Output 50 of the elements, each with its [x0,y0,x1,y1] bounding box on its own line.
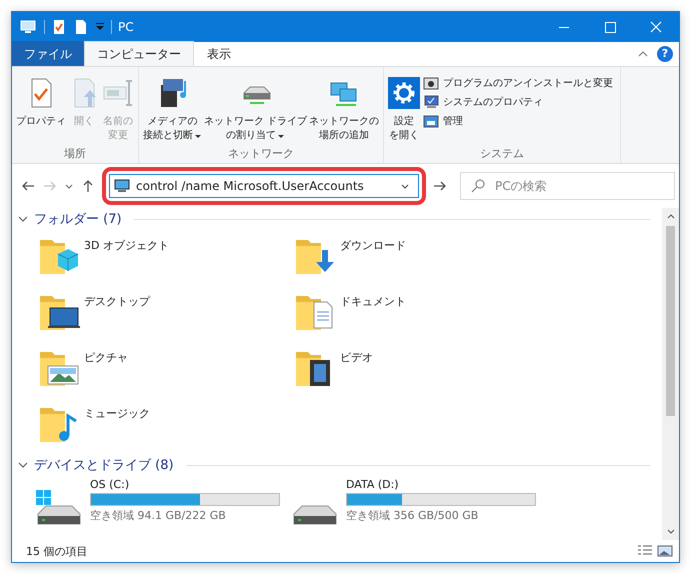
ribbon-button[interactable]: 設定 を開く [387,71,422,145]
ribbon-button[interactable]: プロパティ [15,71,67,145]
group-label: ネットワーク [227,146,296,162]
address-field[interactable]: control /name Microsoft.UserAccounts [109,174,419,198]
free-space-text: 空き領域 94.1 GB/222 GB [90,508,227,523]
chevron-icon[interactable] [18,214,28,224]
ribbon-button[interactable]: 管理 [423,113,614,129]
large-icons-view-icon[interactable] [657,543,673,559]
checkmark-document-icon[interactable] [51,19,67,35]
window-title: PC [118,20,134,34]
scroll-thumb[interactable] [666,226,675,416]
ribbon-tab[interactable]: 表示 [194,41,244,66]
search-field[interactable]: PCの検索 [460,172,675,200]
ribbon-tab[interactable]: コンピューター [84,41,194,66]
section-heading[interactable]: デバイスとドライブ (8) [34,456,174,474]
help-button[interactable]: ? [657,46,673,62]
group-label: システム [479,146,526,162]
chevron-icon[interactable] [18,460,28,470]
rename-field-icon [102,77,134,109]
computer-icon[interactable] [20,19,36,35]
caret-icon[interactable] [95,22,105,32]
folder-name[interactable]: ドキュメント [340,290,406,309]
ribbon-button[interactable]: プログラムのアンインストールと変更 [423,75,614,91]
drive-name[interactable]: DATA (D:) [346,478,536,491]
free-space-text: 空き領域 356 GB/500 GB [346,508,480,523]
drive-name[interactable]: OS (C:) [90,478,280,491]
group-label: 場所 [63,146,87,162]
section-heading[interactable]: フォルダー (7) [34,210,122,228]
ribbon-button[interactable]: システムのプロパティ [423,94,614,110]
ribbon-button[interactable]: メディアの 接続と切断 [142,71,203,145]
computer-check-icon [423,94,440,110]
caret-icon [277,132,286,140]
document-icon[interactable] [73,19,89,35]
folder-name[interactable]: ビデオ [340,346,373,365]
item-count: 15 個の項目 [26,544,88,558]
search-icon [470,178,486,194]
ribbon-tab[interactable]: ファイル [12,41,84,66]
ribbon-button[interactable]: ネットワーク ドライブ の割り当て [203,71,308,145]
folder-name[interactable]: ダウンロード [340,234,406,253]
ribbon-button[interactable]: ネットワークの 場所の追加 [308,71,380,145]
program-box-icon [423,75,440,91]
caret-icon [194,132,202,140]
folder-name[interactable]: ミュージック [84,402,150,421]
folder-name[interactable]: デスクトップ [84,290,150,309]
settings-icon [388,77,420,109]
computer-icon [114,178,130,194]
scrollbar[interactable] [662,208,679,540]
folder-name[interactable]: 3D オブジェクト [84,234,169,253]
folder-name[interactable]: ピクチャ [84,346,128,365]
computer-manage-icon [423,113,440,129]
